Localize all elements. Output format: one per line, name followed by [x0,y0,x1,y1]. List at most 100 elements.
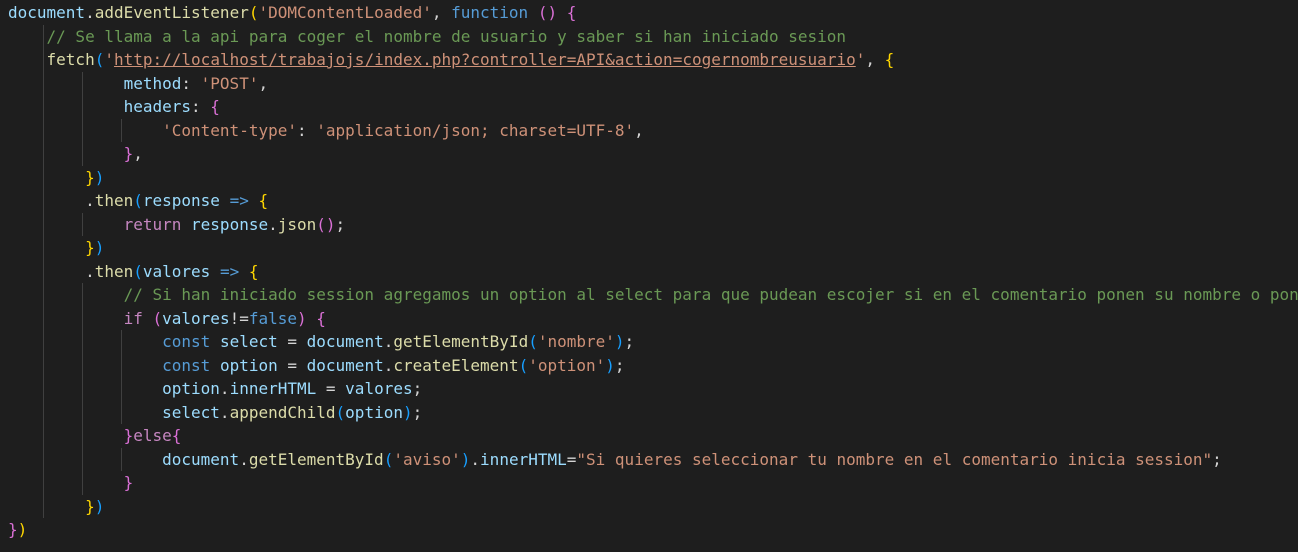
code-token: = [277,332,307,351]
code-line[interactable]: select.appendChild(option); [8,401,422,425]
code-token: . [8,261,95,281]
code-token: ; [335,214,346,234]
code-line[interactable]: const option = document.createElement('o… [8,354,624,378]
code-line[interactable]: const select = document.getElementById('… [8,330,634,354]
code-token: return [123,214,182,234]
code-line[interactable]: option.innerHTML = valores; [8,377,422,401]
code-line[interactable]: }, [8,142,143,166]
code-line[interactable]: method: 'POST', [8,72,269,96]
code-line[interactable]: .then(valores => { [8,260,259,284]
code-token: innerHTML [480,449,567,469]
code-token: ) [94,238,105,257]
code-line[interactable]: return response.json(); [8,213,346,237]
code-token: , [133,144,143,163]
code-token: { [566,3,577,22]
code-token: = [316,379,346,398]
code-token: 'application/json; charset=UTF-8' [316,120,635,140]
code-token: ) [94,496,105,516]
code-token: else [133,426,172,445]
code-line[interactable]: }) [8,236,104,260]
code-line[interactable]: }) [8,166,104,190]
code-token: method [123,73,182,93]
code-line[interactable]: // Si han iniciado session agregamos un … [8,283,1298,307]
code-line[interactable]: headers: { [8,95,220,119]
code-token: . [219,379,230,398]
code-token: 'option' [528,355,606,375]
code-token: 'POST' [200,73,259,93]
code-token: 'Content-type' [162,120,297,140]
code-line[interactable]: // Se llama a la api para coger el nombr… [8,25,847,49]
code-token: headers [123,97,192,116]
code-token: , [431,3,452,22]
code-token: { [248,261,259,281]
code-line[interactable]: }) [8,518,27,542]
code-line[interactable]: if (valores!=false) { [8,307,326,331]
code-token: . [383,332,394,351]
code-token: ) [94,167,105,187]
code-token: . [268,214,278,234]
code-token: { [316,308,326,328]
code-token: . [239,449,249,469]
code-line[interactable]: }else{ [8,424,182,448]
code-line[interactable]: document.addEventListener('DOMContentLoa… [8,1,576,25]
code-token: // Se llama a la api para coger el nombr… [46,26,847,46]
code-line[interactable]: fetch('http://localhost/trabajojs/index.… [8,48,895,72]
code-token: , [634,120,644,140]
code-token: response [191,214,269,234]
code-line[interactable]: .then(response => { [8,189,268,213]
code-token: ; [412,379,423,398]
code-token: function [451,3,529,22]
code-token: response [142,191,220,210]
code-token: } [123,473,134,492]
code-line[interactable]: 'Content-type': 'application/json; chars… [8,119,644,143]
code-token: document [8,3,86,22]
code-token: select [219,332,278,351]
code-token: json [277,214,317,234]
code-token: document [306,332,384,351]
code-token: : [181,73,201,93]
code-line[interactable]: }) [8,495,104,519]
code-token: createElement [393,355,519,375]
code-token: option [345,402,403,422]
code-line[interactable]: } [8,471,134,495]
code-token: fetch [46,50,95,69]
code-token: . [8,191,95,210]
code-token: ; [412,402,423,422]
code-token: document [306,355,384,375]
code-token: , [865,50,885,69]
code-token: ( [152,308,163,328]
code-token: 'nombre' [537,332,615,351]
code-token: "Si quieres seleccionar tu nombre en el … [576,449,1213,469]
code-token: } [8,520,18,539]
code-token: option [219,355,278,375]
code-token: : [296,120,317,140]
code-token: ) [17,520,28,539]
code-token: { [258,191,269,210]
code-line[interactable]: document.getElementById('aviso').innerHT… [8,448,1222,472]
code-token: } [85,496,95,516]
code-token: => [229,191,249,210]
code-token: ) [614,332,625,351]
code-token: then [94,191,134,210]
code-token: ( [133,261,143,281]
code-token: ) [402,402,413,422]
code-token: ) [605,355,615,375]
code-token: () [316,214,336,234]
code-token: = [277,355,307,375]
code-editor[interactable]: document.addEventListener('DOMContentLoa… [0,0,1298,552]
